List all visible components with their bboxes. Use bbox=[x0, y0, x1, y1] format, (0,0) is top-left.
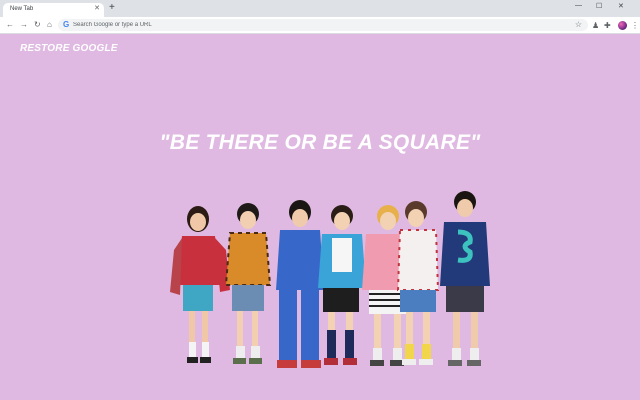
member-1 bbox=[170, 206, 230, 363]
forward-arrow-icon[interactable]: → bbox=[20, 20, 28, 29]
home-icon[interactable]: ⌂ bbox=[47, 20, 52, 29]
plus-icon[interactable]: + bbox=[109, 2, 115, 13]
member-2 bbox=[224, 203, 272, 364]
restore-google-link[interactable]: RESTORE GOOGLE bbox=[20, 43, 118, 54]
kebab-menu-icon[interactable]: ⋮ bbox=[631, 21, 639, 30]
member-6 bbox=[396, 201, 440, 365]
tab-new-tab[interactable]: New Tab ✕ bbox=[3, 3, 104, 17]
group-photo bbox=[160, 190, 490, 375]
tab-strip: New Tab ✕ + — ☐ ✕ bbox=[0, 0, 640, 17]
extension-icon[interactable]: ♟ bbox=[592, 21, 599, 30]
star-icon[interactable]: ☆ bbox=[575, 20, 582, 29]
address-bar[interactable]: G ☆ bbox=[58, 19, 588, 31]
page-quote: "BE THERE OR BE A SQUARE" bbox=[159, 131, 481, 154]
member-3 bbox=[276, 200, 324, 368]
reload-icon[interactable]: ↻ bbox=[34, 20, 41, 29]
maximize-icon[interactable]: ☐ bbox=[596, 2, 602, 10]
minimize-icon[interactable]: — bbox=[575, 2, 582, 9]
google-g-icon: G bbox=[63, 20, 70, 29]
close-icon[interactable]: ✕ bbox=[94, 4, 100, 12]
browser-toolbar: ← → ↻ ⌂ G ☆ ♟ ✚ ⋮ bbox=[0, 17, 640, 34]
puzzle-extension-icon[interactable]: ✚ bbox=[604, 21, 611, 30]
address-input[interactable] bbox=[73, 21, 553, 29]
back-arrow-icon[interactable]: ← bbox=[6, 20, 14, 29]
window-close-icon[interactable]: ✕ bbox=[618, 2, 624, 10]
group-photo-illustration bbox=[170, 191, 490, 368]
member-7 bbox=[440, 191, 490, 366]
tab-title: New Tab bbox=[10, 6, 34, 12]
member-4 bbox=[318, 205, 366, 365]
profile-avatar[interactable] bbox=[618, 21, 627, 30]
